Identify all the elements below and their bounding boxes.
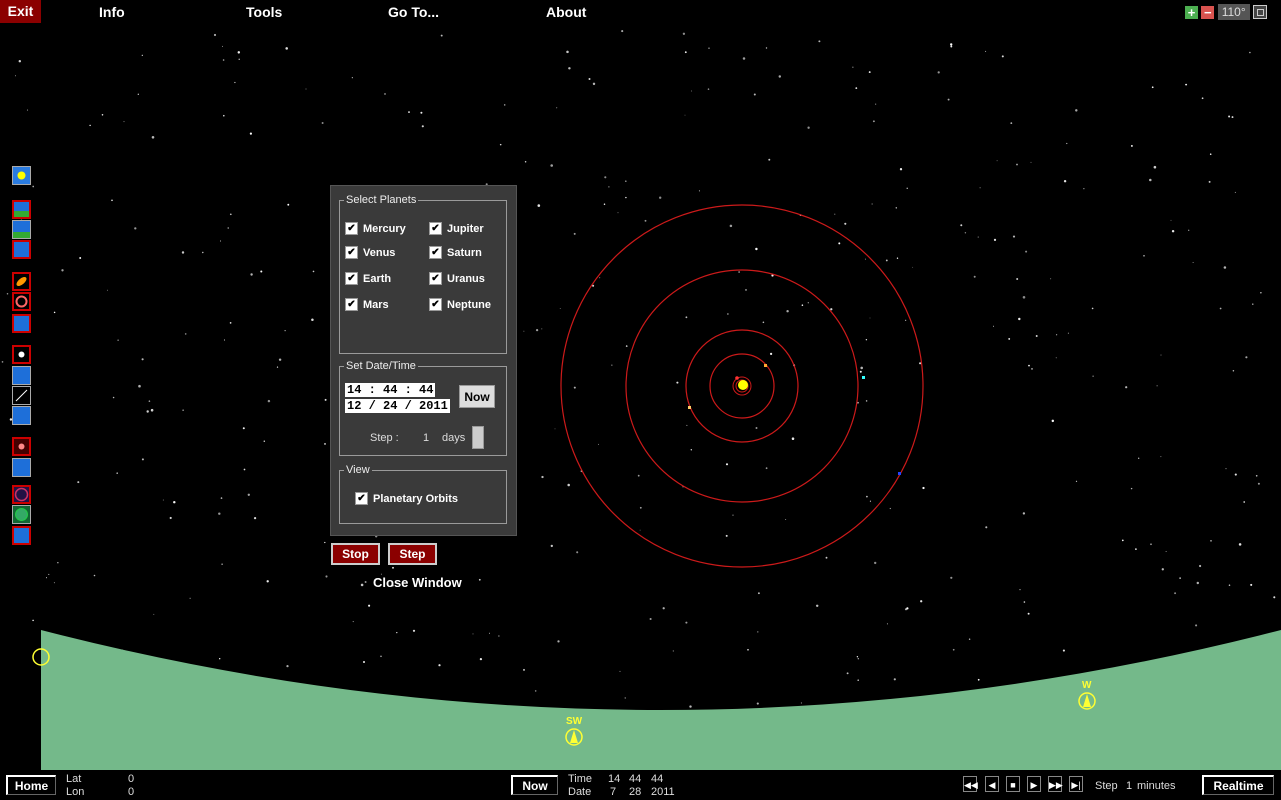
check-icon: ✔ <box>345 222 358 235</box>
skip-forward-icon[interactable]: ▶| <box>1069 776 1083 792</box>
now-button[interactable]: Now <box>511 775 558 795</box>
zoom-in-button[interactable]: + <box>1185 5 1198 19</box>
star-label-tool-icon[interactable] <box>12 366 31 385</box>
lat-label: Lat <box>66 773 82 785</box>
realtime-button[interactable]: Realtime <box>1202 775 1274 795</box>
close-window-link[interactable]: Close Window <box>373 575 462 590</box>
step-button[interactable]: Step <box>388 543 437 565</box>
check-icon: ✔ <box>355 492 368 505</box>
step-label-bottom: Step <box>1095 780 1118 792</box>
ring-tool-icon[interactable] <box>12 292 31 311</box>
date-input[interactable]: 12 / 24 / 2011 <box>345 399 450 413</box>
checkbox-saturn[interactable]: ✔ Saturn <box>429 246 482 259</box>
nebula-label-tool-icon[interactable] <box>12 458 31 477</box>
time-hours: 14 <box>608 773 621 785</box>
sky-grid-tool-icon[interactable] <box>12 485 31 504</box>
checkbox-jupiter[interactable]: ✔ Jupiter <box>429 222 484 235</box>
horizon-tool-icon[interactable] <box>12 220 31 239</box>
step-unit: days <box>442 432 466 444</box>
check-icon: ✔ <box>345 272 358 285</box>
zoom-level: 110° <box>1217 4 1250 20</box>
step-spinner[interactable] <box>472 426 484 449</box>
check-icon: ✔ <box>429 298 442 311</box>
landscape-tool-icon[interactable] <box>12 200 31 219</box>
comet-tool-icon[interactable] <box>12 272 31 291</box>
constellation-label-tool-icon[interactable] <box>12 406 31 425</box>
step-unit-bottom: minutes <box>1137 780 1176 792</box>
select-planets-title: Select Planets <box>346 194 417 206</box>
check-icon: ✔ <box>345 298 358 311</box>
zoom-out-button[interactable]: − <box>1201 5 1215 19</box>
step-back-icon[interactable]: ◀ <box>985 776 999 792</box>
menu-goto[interactable]: Go To... <box>388 4 439 20</box>
zoom-controls: + − 110° <box>1185 4 1267 20</box>
play-icon[interactable]: ▶ <box>1027 776 1041 792</box>
check-icon: ✔ <box>345 246 358 259</box>
compass-label-w: W <box>1082 680 1092 691</box>
check-icon: ✔ <box>429 246 442 259</box>
checkbox-earth[interactable]: ✔ Earth <box>345 272 391 285</box>
star-tool-icon[interactable] <box>12 345 31 364</box>
view-title: View <box>346 464 370 476</box>
fast-forward-icon[interactable]: ▶▶ <box>1048 776 1063 792</box>
compass-label-sw: SW <box>566 716 583 727</box>
planets-panel: Select Planets ✔ Mercury ✔ Venus ✔ Earth ✔ M… <box>330 185 517 536</box>
menu-tools[interactable]: Tools <box>246 4 282 20</box>
globe-tool-icon[interactable] <box>12 505 31 524</box>
exit-button[interactable]: Exit <box>0 0 41 23</box>
date-day: 28 <box>629 786 642 798</box>
time-label: Time <box>568 773 593 785</box>
skip-back-icon[interactable]: ◀◀ <box>963 776 978 792</box>
now-button-panel[interactable]: Now <box>459 385 495 408</box>
constellation-tool-icon[interactable] <box>12 386 31 405</box>
check-icon: ✔ <box>429 272 442 285</box>
set-datetime-title: Set Date/Time <box>346 360 416 372</box>
menu-info[interactable]: Info <box>99 4 125 20</box>
time-input[interactable]: 14 : 44 : 44 <box>345 383 436 397</box>
checkbox-uranus[interactable]: ✔ Uranus <box>429 272 485 285</box>
time-seconds: 44 <box>651 773 664 785</box>
menu-about[interactable]: About <box>546 4 586 20</box>
step-value[interactable]: 1 <box>423 432 429 444</box>
sun-tool-icon[interactable] <box>12 166 31 185</box>
label-tool-icon[interactable] <box>12 314 31 333</box>
step-label: Step : <box>370 432 399 444</box>
time-minutes: 44 <box>629 773 642 785</box>
grid-label-tool-icon[interactable] <box>12 526 31 545</box>
lon-label: Lon <box>66 786 85 798</box>
checkbox-mercury[interactable]: ✔ Mercury <box>345 222 406 235</box>
lon-value: 0 <box>128 786 135 798</box>
date-label: Date <box>568 786 592 798</box>
step-value-bottom[interactable]: 1 <box>1126 780 1132 792</box>
stop-button[interactable]: Stop <box>331 543 380 565</box>
checkbox-mars[interactable]: ✔ Mars <box>345 298 389 311</box>
bottom-bar: Home Lat 0 Lon 0 Now Time 14 44 44 Date … <box>0 771 1281 800</box>
fullscreen-icon[interactable] <box>1252 5 1267 19</box>
checkbox-planetary-orbits[interactable]: ✔ Planetary Orbits <box>355 492 458 505</box>
nebula-tool-icon[interactable] <box>12 437 31 456</box>
stop-icon[interactable]: ■ <box>1006 776 1020 792</box>
checkbox-neptune[interactable]: ✔ Neptune <box>429 298 491 311</box>
check-icon: ✔ <box>429 222 442 235</box>
home-button[interactable]: Home <box>6 775 56 795</box>
date-month: 7 <box>610 786 617 798</box>
date-year: 2011 <box>651 786 675 798</box>
lat-value: 0 <box>128 773 135 785</box>
checkbox-venus[interactable]: ✔ Venus <box>345 246 395 259</box>
grid-tool-icon[interactable] <box>12 240 31 259</box>
